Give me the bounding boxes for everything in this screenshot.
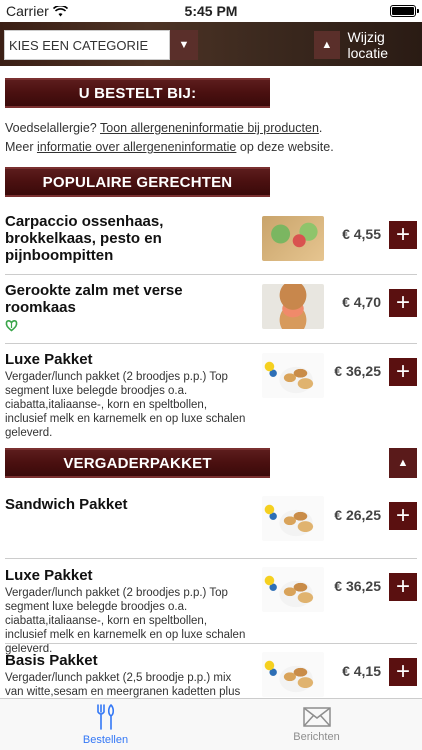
main-content[interactable]: U BESTELT BIJ: Voedselallergie? Toon all… bbox=[0, 66, 422, 698]
item-price: € 26,25 bbox=[334, 507, 381, 523]
list-item[interactable]: Carpaccio ossenhaas, brokkelkaas, pesto … bbox=[5, 213, 417, 273]
section-header-popular: POPULAIRE GERECHTEN bbox=[5, 167, 270, 197]
section-band-meeting: VERGADERPAKKET ▲ bbox=[5, 448, 417, 478]
show-allergen-link[interactable]: Toon allergeneninformatie bij producten bbox=[100, 121, 319, 135]
divider bbox=[5, 274, 417, 275]
section-header-meeting: VERGADERPAKKET bbox=[5, 448, 270, 478]
tab-berichten[interactable]: Berichten bbox=[211, 699, 422, 750]
collapse-section-button[interactable]: ▲ bbox=[389, 448, 417, 478]
leaf-heart-icon bbox=[5, 320, 18, 332]
allergy-more-suffix: op deze website. bbox=[239, 140, 334, 154]
allergy-prefix: Voedselallergie? bbox=[5, 121, 97, 135]
item-image bbox=[262, 353, 324, 398]
add-to-cart-button[interactable]: + bbox=[389, 221, 417, 249]
add-to-cart-button[interactable]: + bbox=[389, 573, 417, 601]
tab-bestellen[interactable]: Bestellen bbox=[0, 699, 211, 750]
order-at-header: U BESTELT BIJ: bbox=[5, 78, 270, 108]
item-title: Luxe Pakket bbox=[5, 351, 93, 368]
add-to-cart-button[interactable]: + bbox=[389, 289, 417, 317]
item-image bbox=[262, 496, 324, 541]
list-item[interactable]: Basis Pakket Vergader/lunch pakket (2,5 … bbox=[5, 652, 417, 698]
item-description: Vergader/lunch pakket (2 broodjes p.p.) … bbox=[5, 587, 246, 655]
item-title: Sandwich Pakket bbox=[5, 496, 128, 513]
fork-knife-icon bbox=[96, 703, 114, 730]
divider bbox=[5, 558, 417, 559]
item-title: Carpaccio ossenhaas, brokkelkaas, pesto … bbox=[5, 213, 164, 264]
tab-label: Bestellen bbox=[82, 733, 129, 746]
allergy-suffix: . bbox=[318, 121, 323, 135]
add-to-cart-button[interactable]: + bbox=[389, 658, 417, 686]
allergen-info-link[interactable]: informatie over allergeneninformatie bbox=[37, 140, 236, 154]
item-image bbox=[262, 652, 324, 697]
item-title: Basis Pakket bbox=[5, 652, 98, 669]
item-price: € 4,15 bbox=[342, 663, 381, 679]
item-image bbox=[262, 567, 324, 612]
status-time: 5:45 PM bbox=[184, 3, 238, 19]
item-title: Luxe Pakket bbox=[5, 567, 93, 584]
divider bbox=[5, 343, 417, 344]
item-image bbox=[262, 284, 324, 329]
allergy-more-prefix: Meer bbox=[5, 140, 34, 154]
battery-icon bbox=[390, 5, 419, 17]
item-description: Vergader/lunch pakket (2,5 broodje p.p.)… bbox=[5, 672, 241, 698]
item-price: € 36,25 bbox=[334, 578, 381, 594]
item-price: € 4,55 bbox=[342, 226, 381, 242]
allergy-info-line-1: Voedselallergie? Toon allergeneninformat… bbox=[5, 118, 322, 138]
list-item[interactable]: Luxe Pakket Vergader/lunch pakket (2 bro… bbox=[5, 351, 417, 439]
divider bbox=[5, 643, 417, 644]
item-title: Gerookte zalm met verse roomkaas bbox=[5, 282, 183, 316]
chevron-down-icon[interactable]: ▼ bbox=[170, 30, 198, 60]
item-price: € 4,70 bbox=[342, 294, 381, 310]
top-bar: KIES EEN CATEGORIE ▼ ▲ Wijzig locatie bbox=[0, 22, 422, 66]
category-select[interactable]: KIES EEN CATEGORIE ▼ bbox=[4, 30, 198, 60]
category-select-label: KIES EEN CATEGORIE bbox=[4, 30, 170, 60]
add-to-cart-button[interactable]: + bbox=[389, 502, 417, 530]
item-image bbox=[262, 216, 324, 261]
list-item[interactable]: Gerookte zalm met verse roomkaas € 4,70 … bbox=[5, 282, 417, 342]
item-price: € 36,25 bbox=[334, 363, 381, 379]
envelope-icon bbox=[302, 706, 331, 727]
status-bar: Carrier 5:45 PM bbox=[0, 0, 422, 22]
change-location-label: Wijzig locatie bbox=[347, 29, 388, 61]
allergy-info-line-2: Meer informatie over allergeneninformati… bbox=[5, 137, 334, 157]
add-to-cart-button[interactable]: + bbox=[389, 358, 417, 386]
list-item[interactable]: Luxe Pakket Vergader/lunch pakket (2 bro… bbox=[5, 567, 417, 655]
triangle-up-icon: ▲ bbox=[314, 31, 340, 59]
item-description: Vergader/lunch pakket (2 broodjes p.p.) … bbox=[5, 371, 246, 439]
change-location-button[interactable]: ▲ Wijzig locatie bbox=[314, 29, 422, 61]
tab-bar: Bestellen Berichten bbox=[0, 698, 422, 750]
list-item[interactable]: Sandwich Pakket € 26,25 + bbox=[5, 496, 417, 556]
tab-label: Berichten bbox=[293, 730, 340, 743]
